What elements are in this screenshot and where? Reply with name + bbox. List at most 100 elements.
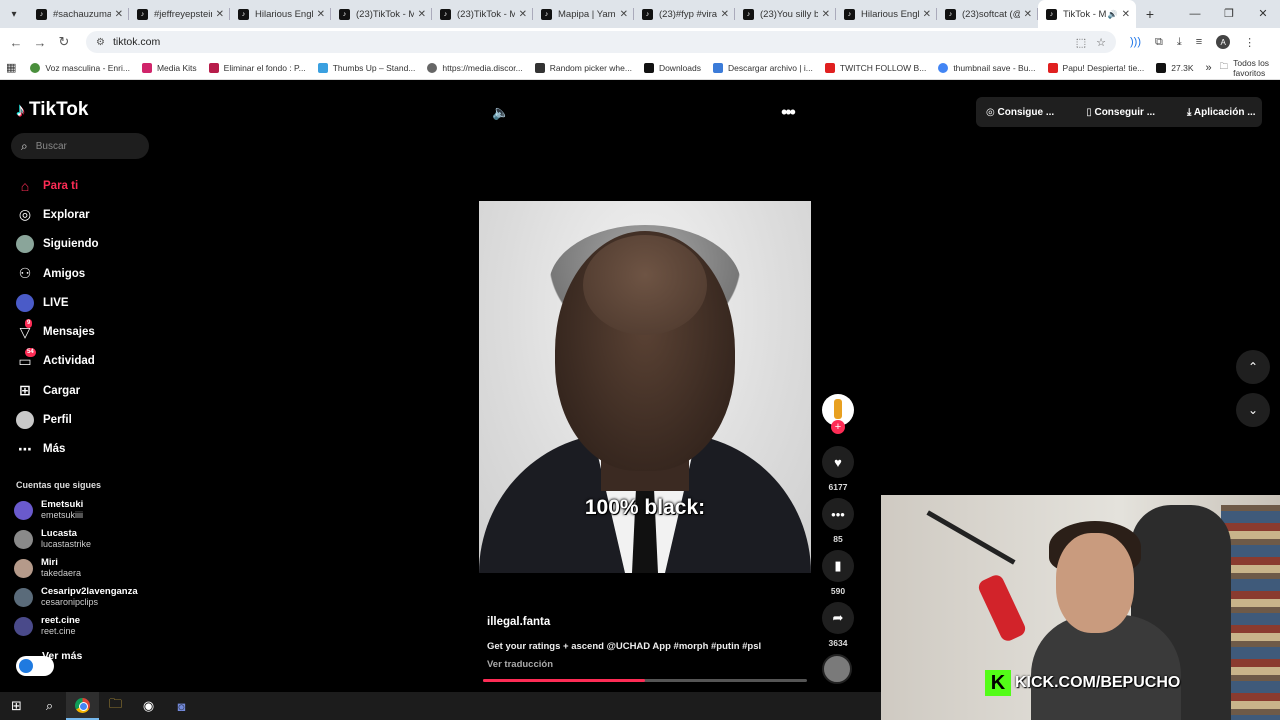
close-tab-icon[interactable]: ✕ (317, 9, 325, 20)
bookmark-item[interactable]: Descargar archivo | i... (713, 62, 813, 73)
close-tab-icon[interactable]: ✕ (1122, 9, 1130, 20)
more-bookmarks-icon[interactable]: » (1206, 62, 1212, 74)
close-tab-icon[interactable]: ✕ (721, 9, 729, 20)
sidebar-item-cargar[interactable]: ⊞ Cargar (16, 376, 156, 405)
sidebar-item-mensajes[interactable]: ▽ 9 Mensajes (16, 317, 156, 346)
sidebar-item-explorar[interactable]: ◎ Explorar (16, 200, 156, 229)
browser-tab[interactable]: ♪(23)TikTok - Ma✕ (432, 0, 533, 28)
following-account[interactable]: Miri takedaera (14, 557, 154, 579)
restore-icon[interactable]: ❐ (1212, 0, 1246, 28)
follow-plus-button[interactable]: + (831, 420, 845, 434)
close-tab-icon[interactable]: ✕ (519, 9, 527, 20)
close-tab-icon[interactable]: ✕ (115, 9, 123, 20)
all-bookmarks-folder[interactable]: 🗀 Todos los favoritos (1220, 58, 1270, 78)
search-input[interactable]: ⌕ Buscar (11, 133, 149, 159)
speaker-icon[interactable]: 🔊 (1108, 10, 1118, 19)
sidebar-item-perfil[interactable]: Perfil (16, 405, 156, 434)
bookmark-star-icon[interactable]: ☆ (1096, 36, 1106, 49)
get-app-button[interactable]: ▯ Conseguir ... (1086, 107, 1171, 118)
following-account[interactable]: Lucasta lucastastrike (14, 528, 154, 550)
apps-grid-icon[interactable]: ▦ (6, 61, 16, 74)
browser-tab[interactable]: ♪#sachauzumaki✕ (28, 0, 129, 28)
following-account[interactable]: reet.cine reet.cine (14, 615, 154, 637)
video-caption-overlay: 100% black: (584, 496, 706, 519)
bookmark-item[interactable]: https://media.discor... (427, 62, 523, 73)
bookmark-item[interactable]: Random picker whe... (534, 62, 632, 73)
tiktok-logo[interactable]: ♪ TikTok (16, 99, 88, 121)
video-progress-bar[interactable] (483, 679, 807, 682)
browser-tab[interactable]: ♪(23)softcat (@s✕ (937, 0, 1038, 28)
video-username[interactable]: illegal.fanta (487, 616, 550, 628)
forward-icon[interactable]: → (28, 35, 52, 50)
messages-badge: 9 (25, 319, 33, 329)
video-player[interactable]: 100% black: (479, 201, 811, 573)
get-coins-button[interactable]: ◎ Consigue ... (986, 107, 1070, 118)
browser-tab-active[interactable]: ♪ TikTok - M 🔊 ✕ (1038, 0, 1136, 28)
video-options-icon[interactable]: ••• (781, 102, 796, 123)
share-action[interactable]: ➦ 3634 (822, 602, 854, 648)
sidebar-item-live[interactable]: LIVE (16, 288, 156, 317)
bookmark-item[interactable]: thumbnail save - Bu... (938, 62, 1036, 73)
bookmark-item[interactable]: Voz masculina - Enri... (30, 62, 130, 73)
chrome-taskbar-icon[interactable] (66, 692, 99, 720)
browser-tab[interactable]: ♪Hilarious English✕ (230, 0, 331, 28)
bookmark-item[interactable]: Thumbs Up – Stand... (317, 62, 415, 73)
close-tab-icon[interactable]: ✕ (822, 9, 830, 20)
close-tab-icon[interactable]: ✕ (418, 9, 426, 20)
windows-start-icon[interactable]: ⊞ (0, 692, 33, 720)
bookmark-item[interactable]: Media Kits (141, 62, 197, 73)
new-tab-button[interactable]: + (1136, 6, 1164, 22)
download-icon[interactable]: ⤓ (1177, 36, 1182, 49)
profile-avatar[interactable]: A (1216, 35, 1231, 49)
browser-menu-icon[interactable]: ⋮ (1244, 36, 1255, 49)
extension-audio-icon[interactable]: ))) (1130, 36, 1141, 48)
browser-tab[interactable]: ♪(23)TikTok - Ma✕ (331, 0, 432, 28)
close-tab-icon[interactable]: ✕ (1024, 9, 1032, 20)
file-explorer-icon[interactable]: 🗀 (99, 692, 132, 720)
obs-taskbar-icon[interactable]: ◉ (132, 692, 165, 720)
sidebar-item-actividad[interactable]: ▭ 54 Actividad (16, 347, 156, 376)
browser-tab[interactable]: ♪ (23)#fyp #viral ✕ (634, 0, 735, 28)
close-tab-icon[interactable]: ✕ (923, 9, 931, 20)
close-tab-icon[interactable]: ✕ (620, 9, 628, 20)
bookmark-item[interactable]: Eliminar el fondo : P... (208, 62, 306, 73)
media-control-icon[interactable]: ≡ (1196, 36, 1202, 48)
see-translation-link[interactable]: Ver traducción (487, 659, 553, 670)
search-icon[interactable]: ⌕ (33, 692, 66, 720)
sidebar-item-mas[interactable]: ⋯ Más (16, 435, 156, 464)
like-action[interactable]: ♥ 6177 (822, 446, 854, 492)
close-window-icon[interactable]: ✕ (1246, 0, 1280, 28)
minimize-icon[interactable]: — (1178, 0, 1212, 28)
desktop-app-button[interactable]: ⤓ Aplicación ... (1187, 107, 1272, 118)
site-info-icon[interactable]: ⚙ (96, 37, 105, 48)
extensions-icon[interactable]: ⧉ (1155, 36, 1163, 49)
close-tab-icon[interactable]: ✕ (216, 9, 224, 20)
bookmark-item[interactable]: TWITCH FOLLOW B... (824, 62, 926, 73)
sidebar-item-amigos[interactable]: ⚇ Amigos (16, 259, 156, 288)
previous-video-button[interactable]: ⌃ (1236, 350, 1270, 384)
browser-tab[interactable]: ♪(23)You silly bo✕ (735, 0, 836, 28)
browser-tab[interactable]: ♪Hilarious English✕ (836, 0, 937, 28)
volume-icon[interactable]: 🔈 (492, 104, 509, 121)
bookmark-item[interactable]: 27.3K (1156, 62, 1194, 73)
tab-search-menu[interactable]: ▾ (0, 0, 28, 28)
sidebar-item-siguiendo[interactable]: Siguiendo (16, 230, 156, 259)
bookmark-item[interactable]: Downloads (643, 62, 701, 73)
reload-icon[interactable]: ↻ (52, 34, 76, 50)
browser-tab[interactable]: ♪ #jeffreyepstein ✕ (129, 0, 230, 28)
sidebar-item-para-ti[interactable]: ⌂ Para ti (16, 171, 156, 200)
browser-tab[interactable]: ♪ Mapipa | Yamil ✕ (533, 0, 634, 28)
webcam-streamer-head (1056, 533, 1134, 633)
back-icon[interactable]: ← (4, 35, 28, 50)
music-disc-avatar[interactable] (822, 654, 852, 684)
install-app-icon[interactable]: ⬚ (1076, 36, 1086, 49)
address-bar[interactable]: ⚙ tiktok.com ⬚ ☆ (86, 31, 1116, 53)
next-video-button[interactable]: ⌄ (1236, 393, 1270, 427)
following-account[interactable]: Cesaripv2lavenganza cesaronipclips (14, 586, 154, 608)
floating-toggle[interactable] (16, 656, 54, 676)
following-account[interactable]: Emetsuki emetsukiiii (14, 499, 154, 521)
discord-taskbar-icon[interactable]: ◙ (165, 692, 198, 720)
bookmark-action[interactable]: ▮ 590 (822, 550, 854, 596)
comment-action[interactable]: ••• 85 (822, 498, 854, 544)
bookmark-item[interactable]: Papu! Despierta! tie... (1047, 62, 1144, 73)
